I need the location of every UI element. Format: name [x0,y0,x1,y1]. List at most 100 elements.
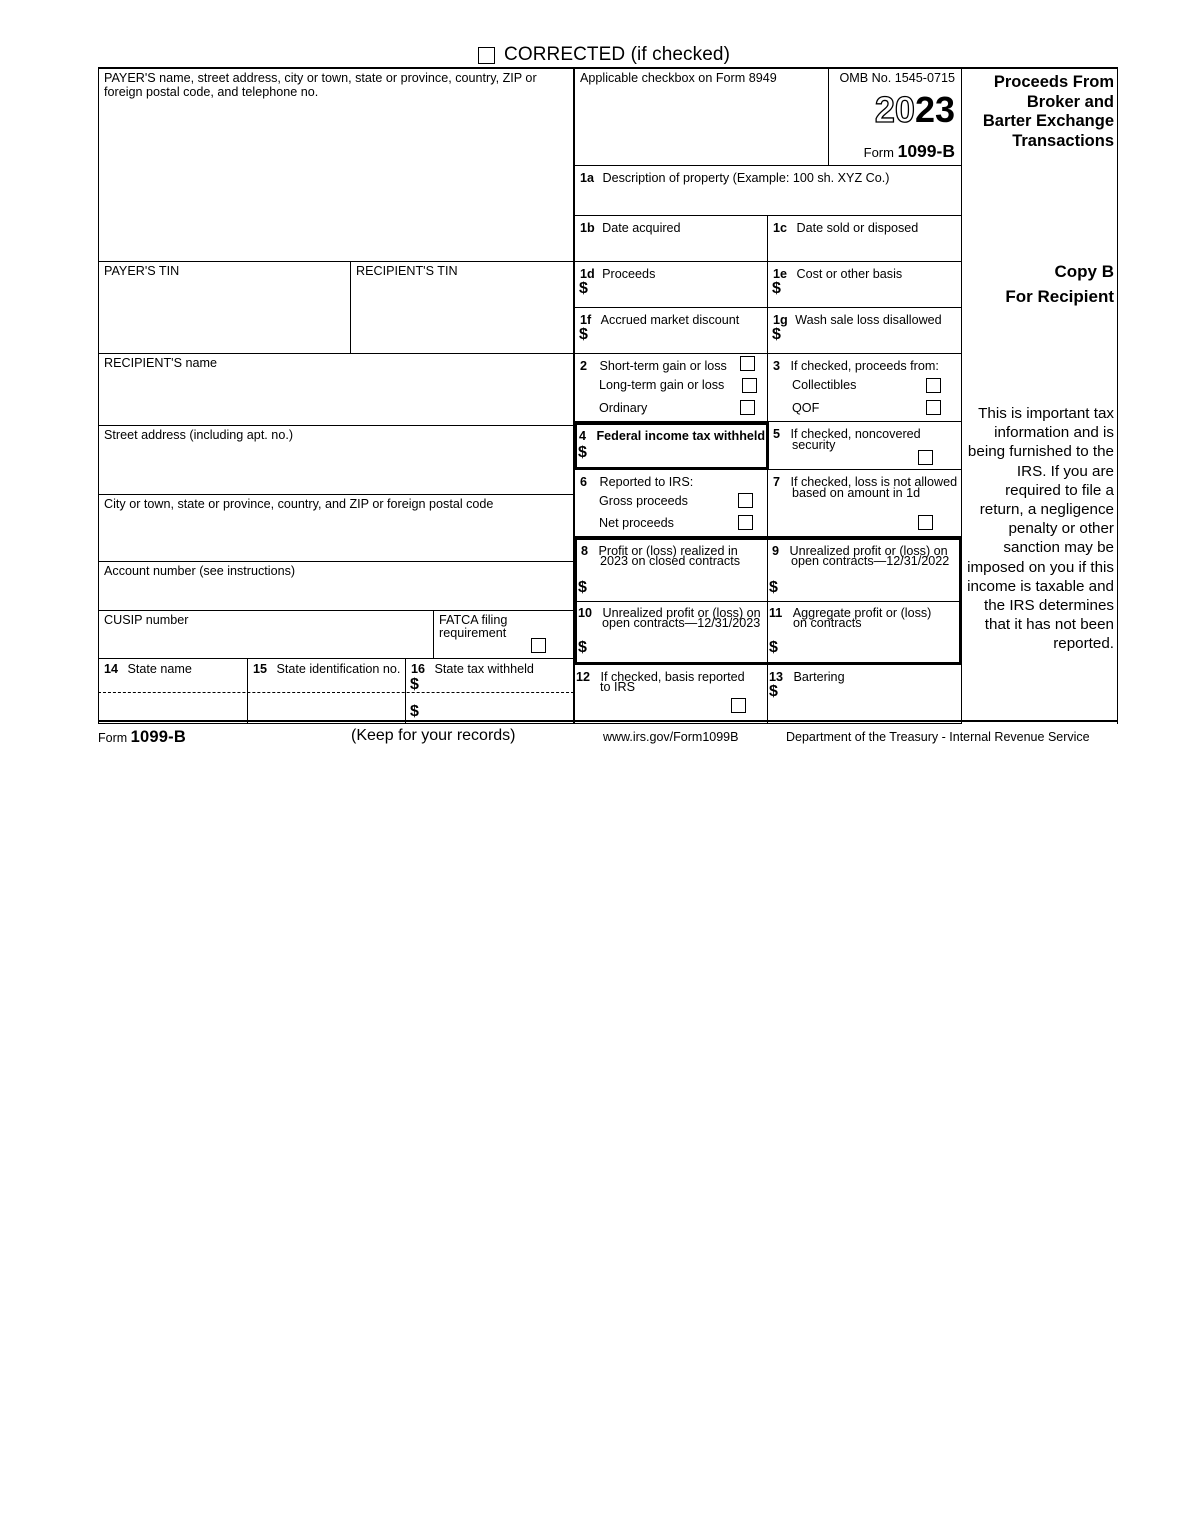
box13-number: 13 [769,670,784,684]
account-number-label: Account number (see instructions) [104,564,296,578]
box2-long-term-checkbox[interactable] [742,378,757,393]
form-title-line-1: Proceeds From [993,73,1114,91]
form-title-line-4: Transactions [1012,131,1114,150]
box3-collectibles-checkbox[interactable] [926,378,941,393]
payers-tin-field[interactable]: PAYER'S TIN [98,262,351,354]
form-1099b-page: CORRECTED (if checked) PAYER'S name, str… [0,0,1187,1536]
box2-short-term-checkbox[interactable] [740,356,755,371]
fatca-filing-field[interactable]: FATCA filing requirement [434,611,574,659]
recipients-tin-field[interactable]: RECIPIENT'S TIN [351,262,574,354]
applicable-checkbox-8949-field[interactable]: Applicable checkbox on Form 8949 [574,69,829,166]
box1f-label: Accrued market discount [600,313,740,327]
fatca-label-line2: requirement [439,626,507,640]
box1g-label: Wash sale loss disallowed [795,313,942,327]
payers-tin-label: PAYER'S TIN [104,264,180,278]
box6-net-proceeds-checkbox[interactable] [738,515,753,530]
box12-label-line2: to IRS [600,680,635,694]
box6-option-1-label: Gross proceeds [599,494,688,508]
box-12-basis-reported-to-irs[interactable]: 12 If checked, basis reported to IRS [574,665,768,724]
account-number-field[interactable]: Account number (see instructions) [98,562,574,611]
payer-name-block[interactable]: PAYER'S name, street address, city or to… [98,69,574,262]
box-1e-cost-or-other-basis[interactable]: 1e Cost or other basis $ [768,262,962,308]
box-8-profit-loss-closed-contracts[interactable]: 8 Profit or (loss) realized in 2023 on c… [577,540,768,602]
box4-number: 4 [579,429,587,443]
form-footer: Form 1099-B (Keep for your records) www.… [98,727,1118,749]
box-11-aggregate-profit-loss[interactable]: 11 Aggregate profit or (loss) on contrac… [768,602,959,662]
box1c-label: Date sold or disposed [796,221,919,235]
box8-number: 8 [581,544,589,558]
tax-year: 2023 [829,90,955,129]
city-state-zip-field[interactable]: City or town, state or province, country… [98,495,574,562]
form-title-line-3: Barter Exchange [982,112,1114,130]
box-4-federal-income-tax-withheld[interactable]: 4 Federal income tax withheld $ [574,422,769,470]
box-1d-proceeds[interactable]: 1d Proceeds $ [574,262,768,308]
box1e-label: Cost or other basis [796,267,903,281]
footer-irs-url[interactable]: www.irs.gov/Form1099B [603,730,738,744]
box3-number: 3 [773,359,781,373]
box3-label: If checked, proceeds from: [790,359,939,373]
box-1b-date-acquired[interactable]: 1b Date acquired [574,216,768,262]
for-recipient-label: For Recipient [1005,287,1114,306]
box8-currency-symbol: $ [578,579,587,596]
box1f-number: 1f [580,313,592,327]
box-6-reported-to-irs[interactable]: 6 Reported to IRS: Gross proceeds Net pr… [574,470,768,537]
box-3-proceeds-from[interactable]: 3 If checked, proceeds from: Collectible… [768,354,962,422]
omb-year-block: OMB No. 1545-0715 2023 Form 1099-B [829,69,962,166]
applicable-checkbox-8949-label: Applicable checkbox on Form 8949 [580,71,777,85]
box16-currency-symbol-1: $ [410,676,419,693]
box16-number: 16 [411,662,426,676]
recipient-notice-text: This is important tax information and is… [967,405,1114,653]
box5-label-line2: security [792,438,836,452]
form-word: Form [863,145,894,160]
street-address-label: Street address (including apt. no.) [104,428,294,442]
box1f-currency-symbol: $ [579,326,588,343]
fatca-checkbox[interactable] [531,638,546,653]
box14-label: State name [127,662,192,676]
footer-keep-records-label: (Keep for your records) [351,727,516,744]
box-2-gain-or-loss[interactable]: 2 Short-term gain or loss Long-term gain… [574,354,768,422]
box-9-unrealized-profit-loss-2022[interactable]: 9 Unrealized profit or (loss) on open co… [768,540,959,602]
box-1c-date-sold[interactable]: 1c Date sold or disposed [768,216,962,262]
box9-label-line2: open contracts—12/31/2022 [791,554,950,568]
box1c-number: 1c [773,221,788,235]
box1d-currency-symbol: $ [579,280,588,297]
footer-form-word: Form [98,731,128,745]
box1a-label: Description of property (Example: 100 sh… [602,171,890,185]
box7-loss-not-allowed-checkbox[interactable] [918,515,933,530]
box-1g-wash-sale-loss-disallowed[interactable]: 1g Wash sale loss disallowed $ [768,308,962,354]
box-7-loss-not-allowed[interactable]: 7 If checked, loss is not allowed based … [768,470,962,537]
box6-gross-proceeds-checkbox[interactable] [738,493,753,508]
omb-number-label: OMB No. 1545-0715 [839,71,955,85]
recipients-tin-label: RECIPIENT'S TIN [356,264,458,278]
box-1f-accrued-market-discount[interactable]: 1f Accrued market discount $ [574,308,768,354]
box5-number: 5 [773,427,781,441]
box2-number: 2 [580,359,588,373]
box9-currency-symbol: $ [769,579,778,596]
box-13-bartering[interactable]: 13 Bartering $ [768,665,962,724]
corrected-label: CORRECTED (if checked) [504,44,731,65]
box3-qof-checkbox[interactable] [926,400,941,415]
box16-currency-symbol-2: $ [410,703,419,720]
box11-label-line2: on contracts [793,616,862,630]
box1e-currency-symbol: $ [772,280,781,297]
box2-ordinary-checkbox[interactable] [740,400,755,415]
box11-currency-symbol: $ [769,639,778,656]
box1a-number: 1a [580,171,595,185]
box6-option-2-label: Net proceeds [599,516,674,530]
recipients-name-field[interactable]: RECIPIENT'S name [98,354,574,426]
box12-basis-reported-checkbox[interactable] [731,698,746,713]
cusip-number-label: CUSIP number [104,613,189,627]
box5-noncovered-security-checkbox[interactable] [918,450,933,465]
box2-option-3-label: Ordinary [599,401,648,415]
box2-option-1-label: Short-term gain or loss [599,359,727,373]
box-1a-description-of-property[interactable]: 1a Description of property (Example: 100… [574,166,962,216]
box-10-unrealized-profit-loss-2023[interactable]: 10 Unrealized profit or (loss) on open c… [577,602,768,662]
corrected-checkbox[interactable] [478,46,495,64]
box16-label: State tax withheld [434,662,534,676]
corrected-row: CORRECTED (if checked) [478,44,730,66]
right-information-column: Proceeds From Broker and Barter Exchange… [962,69,1118,724]
city-state-zip-label: City or town, state or province, country… [104,497,494,511]
cusip-number-field[interactable]: CUSIP number [98,611,434,659]
box-5-noncovered-security[interactable]: 5 If checked, noncovered security [768,422,962,470]
street-address-field[interactable]: Street address (including apt. no.) [98,426,574,495]
